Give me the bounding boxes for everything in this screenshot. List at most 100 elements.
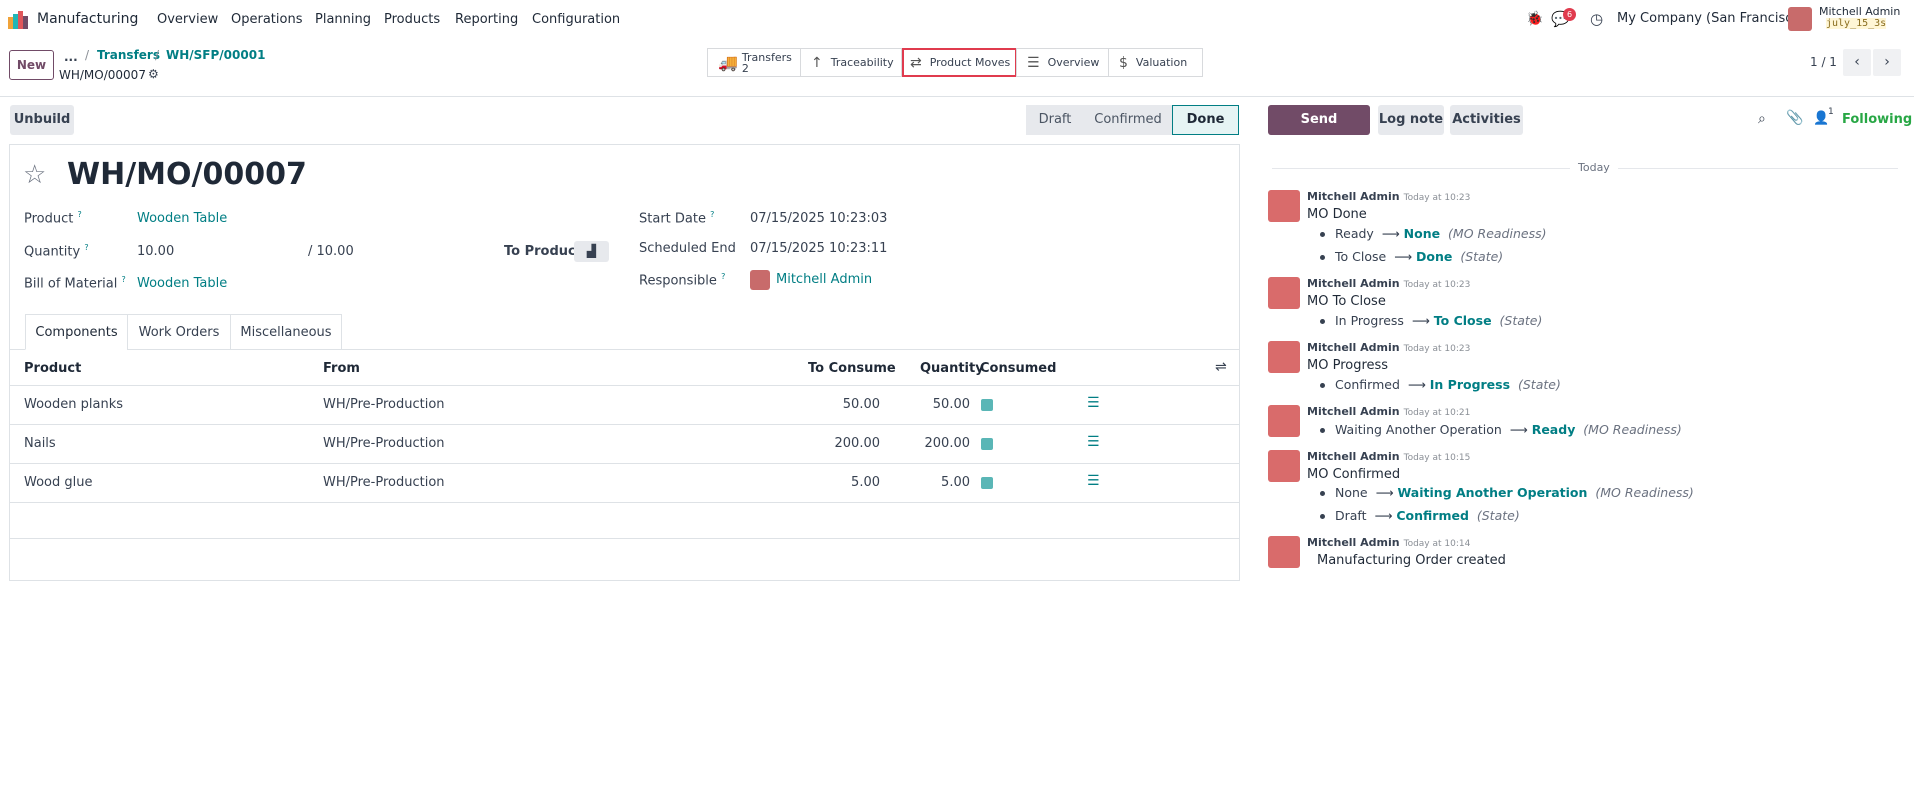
menu-operations[interactable]: Operations [231,12,302,27]
truck-icon: 🚚 [718,53,738,72]
followers-icon[interactable]: 👤 [1813,111,1829,126]
tab-work-orders[interactable]: Work Orders [127,314,231,350]
star-icon[interactable]: ☆ [23,160,46,190]
pager-next-button[interactable]: › [1873,49,1901,76]
valuation-label: Valuation [1135,56,1188,69]
smart-button-valuation[interactable]: $ Valuation [1108,48,1203,77]
table-row[interactable]: Nails WH/Pre-Production 200.00 200.00 ☰ [9,424,1240,463]
log-note-button[interactable]: Log note [1378,105,1444,135]
avatar[interactable] [1268,190,1300,222]
message-author[interactable]: Mitchell Admin Today at 10:21 [1307,405,1470,418]
bug-icon[interactable]: 🐞 [1526,11,1543,27]
arrow-up-icon: ↑ [811,54,823,71]
menu-products[interactable]: Products [384,12,440,27]
col-from[interactable]: From [323,361,360,376]
record-title: WH/MO/00007 [67,157,307,192]
breadcrumb-more[interactable]: ... [64,50,78,64]
avatar[interactable] [1268,405,1300,437]
scheduled-end-field[interactable]: 07/15/2025 10:23:11 [750,241,887,256]
menu-planning[interactable]: Planning [315,12,371,27]
responsible-field[interactable]: Mitchell Admin [776,272,872,287]
responsible-avatar [750,270,770,290]
message-body: Manufacturing Order created [1317,553,1506,568]
message-author[interactable]: Mitchell Admin Today at 10:23 [1307,190,1470,203]
col-product[interactable]: Product [24,361,81,376]
details-list-icon[interactable]: ☰ [1087,395,1100,411]
table-row[interactable]: Wood glue WH/Pre-Production 5.00 5.00 ☰ [9,463,1240,502]
smart-button-product-moves[interactable]: ⇄ Product Moves [902,48,1017,77]
col-to-consume[interactable]: To Consume [808,361,896,376]
forecast-chart-button[interactable]: ▟ [574,241,609,262]
details-list-icon[interactable]: ☰ [1087,473,1100,489]
tab-miscellaneous[interactable]: Miscellaneous [230,314,342,350]
pager-prev-button[interactable]: ‹ [1843,49,1871,76]
message-author[interactable]: Mitchell Admin Today at 10:14 [1307,536,1470,549]
app-name[interactable]: Manufacturing [37,11,138,27]
messages-badge: 6 [1563,8,1576,21]
details-list-icon[interactable]: ☰ [1087,434,1100,450]
responsible-label: Responsible ? [639,272,726,289]
paperclip-icon[interactable]: 📎 [1786,110,1803,126]
bom-field[interactable]: Wooden Table [137,276,227,291]
activities-button[interactable]: Activities [1450,105,1523,135]
product-field[interactable]: Wooden Table [137,211,227,226]
stage-confirmed[interactable]: Confirmed [1084,105,1172,135]
message-author[interactable]: Mitchell Admin Today at 10:15 [1307,450,1470,463]
row-product: Nails [24,436,56,451]
breadcrumb-transfers[interactable]: Transfers [97,48,160,62]
start-date-field[interactable]: 07/15/2025 10:23:03 [750,211,887,226]
row-from: WH/Pre-Production [323,436,445,451]
menu-overview[interactable]: Overview [157,12,218,27]
manufacturing-app-icon[interactable] [8,11,28,29]
transfers-count: 2 [741,61,749,75]
avatar[interactable] [1268,341,1300,373]
avatar[interactable] [1268,536,1300,568]
message-title: MO Confirmed [1307,467,1401,482]
consumed-checkbox[interactable] [981,438,993,450]
divider [0,96,1914,97]
avatar[interactable] [1268,450,1300,482]
consumed-checkbox[interactable] [981,477,993,489]
table-row[interactable]: Wooden planks WH/Pre-Production 50.00 50… [9,385,1240,424]
stage-done[interactable]: Done [1172,105,1239,135]
unbuild-button[interactable]: Unbuild [10,105,74,135]
stage-draft[interactable]: Draft [1026,105,1084,135]
menu-reporting[interactable]: Reporting [455,12,518,27]
col-quantity[interactable]: Quantity [920,361,984,376]
new-button[interactable]: New [9,50,54,80]
row-to-consume: 200.00 [834,436,881,451]
menu-configuration[interactable]: Configuration [532,12,620,27]
search-icon[interactable]: ⌕ [1758,111,1766,127]
following-button[interactable]: Following [1842,112,1912,127]
smart-button-traceability[interactable]: ↑ Traceability [800,48,902,77]
row-to-consume: 50.00 [842,397,880,412]
user-name[interactable]: Mitchell Admin [1819,5,1900,18]
message-author[interactable]: Mitchell Admin Today at 10:23 [1307,277,1470,290]
smart-button-overview[interactable]: ☰ Overview [1016,48,1109,77]
clock-icon[interactable]: ◷ [1590,10,1603,28]
quantity-label: Quantity ? [24,243,89,260]
smart-button-transfers[interactable]: 🚚 Transfers 2 [707,48,801,77]
gear-icon[interactable]: ⚙ [148,67,159,81]
optional-columns-icon[interactable]: ⇌ [1215,359,1227,375]
day-label: Today [1570,161,1618,174]
avatar[interactable] [1268,277,1300,309]
message-title: MO Progress [1307,358,1389,373]
pager-value[interactable]: 1 / 1 [1810,55,1837,69]
start-date-label: Start Date ? [639,210,715,227]
row-product: Wooden planks [24,397,123,412]
tab-components[interactable]: Components [25,314,128,350]
traceability-label: Traceability [830,56,894,69]
col-consumed[interactable]: Consumed [980,361,1056,376]
row-quantity: 50.00 [932,397,970,412]
product-moves-label: Product Moves [929,56,1011,69]
user-avatar[interactable] [1788,7,1812,31]
company-switcher[interactable]: My Company (San Francisco) [1617,11,1805,26]
consumed-checkbox[interactable] [981,399,993,411]
quantity-field[interactable]: 10.00 [137,244,174,259]
message-author[interactable]: Mitchell Admin Today at 10:23 [1307,341,1470,354]
quantity-total: / 10.00 [308,244,354,259]
tracking-line: None ⟶ Waiting Another Operation (MO Rea… [1320,485,1694,500]
breadcrumb-picking[interactable]: WH/SFP/00001 [166,48,265,62]
send-message-button[interactable]: Send message [1268,105,1370,157]
